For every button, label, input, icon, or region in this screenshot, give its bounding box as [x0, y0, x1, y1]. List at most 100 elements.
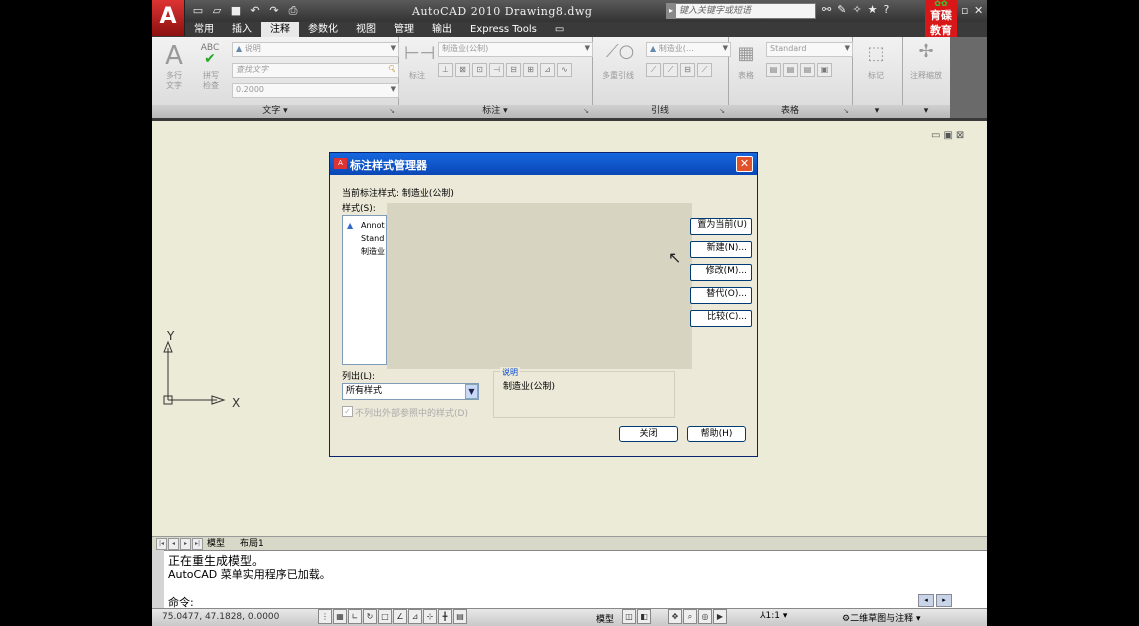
leader-tool-3-icon[interactable]: ⊟ — [680, 63, 695, 77]
table-panel-footer[interactable]: 表格 ↘ — [728, 105, 852, 118]
next-tab-icon[interactable]: ▸ — [180, 538, 191, 550]
undo-icon[interactable]: ↶ — [247, 3, 263, 19]
dimension-panel-footer[interactable]: 标注 ▾ ↘ — [398, 105, 592, 118]
styles-list[interactable]: ▲ Annot Stand 制造业 — [342, 215, 387, 365]
polar-icon[interactable]: ↻ — [363, 609, 377, 624]
xref-checkbox[interactable]: ✓ — [342, 406, 353, 417]
tab-express-tools[interactable]: Express Tools — [461, 22, 546, 37]
restore-icon[interactable]: ▫ — [961, 4, 968, 17]
communication-icon[interactable]: ✧ — [852, 3, 861, 16]
leader-panel-footer[interactable]: 引线 ↘ — [592, 105, 728, 118]
snap-icon[interactable]: ⋮ — [318, 609, 332, 624]
dim-tool-5-icon[interactable]: ⊟ — [506, 63, 521, 77]
zoom-icon[interactable]: ⌕ — [683, 609, 697, 624]
wrench-icon[interactable]: ✎ — [837, 3, 846, 16]
otrack-icon[interactable]: ∠ — [393, 609, 407, 624]
dim-tool-6-icon[interactable]: ⊞ — [523, 63, 538, 77]
search-arrow-icon[interactable]: ▸ — [666, 3, 676, 19]
table-tool-1-icon[interactable]: ▤ — [766, 63, 781, 77]
markup-panel-footer[interactable]: ▾ — [852, 105, 902, 118]
dyn-icon[interactable]: ⊹ — [423, 609, 437, 624]
help-icon[interactable]: ? — [884, 3, 890, 16]
tab-manage[interactable]: 管理 — [385, 22, 423, 37]
text-style-select[interactable]: ▲ 说明 ▼ — [232, 42, 399, 57]
text-panel-footer[interactable]: 文字 ▾ ↘ — [152, 105, 398, 118]
search-input[interactable]: 键入关键字或短语 — [666, 3, 816, 19]
find-text-input[interactable]: 查找文字 🔍︎ — [232, 63, 399, 78]
new-button[interactable]: 新建(N)... — [690, 241, 752, 258]
compare-button[interactable]: 比较(C)... — [690, 310, 752, 327]
close-button[interactable]: 关闭 — [619, 426, 678, 442]
tab-layout1[interactable]: 布局1 — [240, 537, 264, 551]
maximize-icon[interactable]: ▣ — [943, 130, 952, 141]
override-button[interactable]: 替代(O)... — [690, 287, 752, 304]
model-space-label[interactable]: 模型 — [596, 612, 614, 625]
find-icon[interactable]: 🔍︎ — [387, 64, 396, 75]
dimension-icon[interactable]: ⊢⊣ — [404, 43, 435, 64]
redo-icon[interactable]: ↷ — [266, 3, 282, 19]
leader-tool-1-icon[interactable]: ⟋ — [646, 63, 661, 77]
grid-icon[interactable]: ▦ — [333, 609, 347, 624]
dim-tool-2-icon[interactable]: ⊠ — [455, 63, 470, 77]
leader-tool-4-icon[interactable]: ⟋ — [697, 63, 712, 77]
multiline-text-icon[interactable]: A — [160, 41, 188, 71]
table-tool-3-icon[interactable]: ▤ — [800, 63, 815, 77]
scroll-right-icon[interactable]: ▸ — [936, 594, 952, 607]
table-label[interactable]: 表格 — [734, 71, 758, 81]
command-grip[interactable] — [152, 550, 164, 608]
qp-icon[interactable]: ▤ — [453, 609, 467, 624]
spell-check-label[interactable]: 拼写 检查 — [198, 71, 224, 91]
quickview-icon[interactable]: ◧ — [637, 609, 651, 624]
plot-icon[interactable]: ⎙ — [285, 3, 301, 19]
chevron-down-icon[interactable]: ▼ — [465, 384, 478, 399]
lineweight-icon[interactable]: ╋ — [438, 609, 452, 624]
dialog-launcher-icon[interactable]: ↘ — [389, 105, 395, 118]
tab-parametric[interactable]: 参数化 — [299, 22, 347, 37]
multiline-text-label[interactable]: 多行 文字 — [156, 71, 192, 91]
steeringwheel-icon[interactable]: ◎ — [698, 609, 712, 624]
multileader-label[interactable]: 多重引线 — [594, 71, 642, 81]
list-select[interactable]: 所有样式 — [342, 383, 479, 400]
dim-tool-4-icon[interactable]: ⊣ — [489, 63, 504, 77]
dialog-close-button[interactable]: ✕ — [736, 156, 753, 172]
tab-insert[interactable]: 插入 — [223, 22, 261, 37]
markup-icon[interactable]: ⬚ — [864, 43, 888, 64]
minimize-icon[interactable]: ▭ — [931, 130, 940, 141]
list-item[interactable]: 制造业 — [361, 246, 387, 257]
layout-icon[interactable]: ◫ — [622, 609, 636, 624]
first-tab-icon[interactable]: |◂ — [156, 538, 167, 550]
table-tool-2-icon[interactable]: ▤ — [783, 63, 798, 77]
tab-home[interactable]: 常用 — [185, 22, 223, 37]
dim-tool-3-icon[interactable]: ⊡ — [472, 63, 487, 77]
text-height-select[interactable]: 0.2000 ▼ — [232, 83, 399, 98]
last-tab-icon[interactable]: ▸| — [192, 538, 203, 550]
tab-output[interactable]: 输出 — [423, 22, 461, 37]
ducs-icon[interactable]: ⊿ — [408, 609, 422, 624]
osnap-icon[interactable]: □ — [378, 609, 392, 624]
list-item[interactable]: Stand — [361, 234, 387, 243]
pan-icon[interactable]: ✥ — [668, 609, 682, 624]
binoculars-icon[interactable]: ⚯ — [822, 3, 831, 16]
multileader-icon[interactable]: ⟋○ — [606, 41, 634, 62]
save-icon[interactable]: ■ — [228, 3, 244, 19]
open-icon[interactable]: ▱ — [209, 3, 225, 19]
dimension-label[interactable]: 标注 — [402, 71, 432, 81]
prev-tab-icon[interactable]: ◂ — [168, 538, 179, 550]
table-tool-4-icon[interactable]: ▣ — [817, 63, 832, 77]
set-current-button[interactable]: 置为当前(U) — [690, 218, 752, 235]
ortho-icon[interactable]: ∟ — [348, 609, 362, 624]
annotation-scale-label[interactable]: 注释缩放 — [902, 71, 950, 81]
workspace-switch[interactable]: ⚙二维草图与注释 ▾ — [842, 611, 920, 624]
table-icon[interactable]: ▦ — [734, 43, 758, 64]
favorites-icon[interactable]: ★ — [868, 3, 878, 16]
help-button[interactable]: 帮助(H) — [687, 426, 746, 442]
leader-style-select[interactable]: ▲ 制造业(… ▼ — [646, 42, 731, 57]
dim-style-select[interactable]: 制造业(公制) ▼ — [438, 42, 593, 57]
annotation-scale[interactable]: ⅄1:1 ▾ — [760, 611, 787, 621]
close-icon[interactable]: ✕ — [974, 4, 983, 17]
close-icon[interactable]: ⊠ — [956, 130, 964, 141]
new-icon[interactable]: ▭ — [190, 3, 206, 19]
table-style-select[interactable]: Standard ▼ — [766, 42, 853, 57]
annotation-scale-footer[interactable]: ▾ — [902, 105, 950, 118]
markup-label[interactable]: 标记 — [858, 71, 894, 81]
